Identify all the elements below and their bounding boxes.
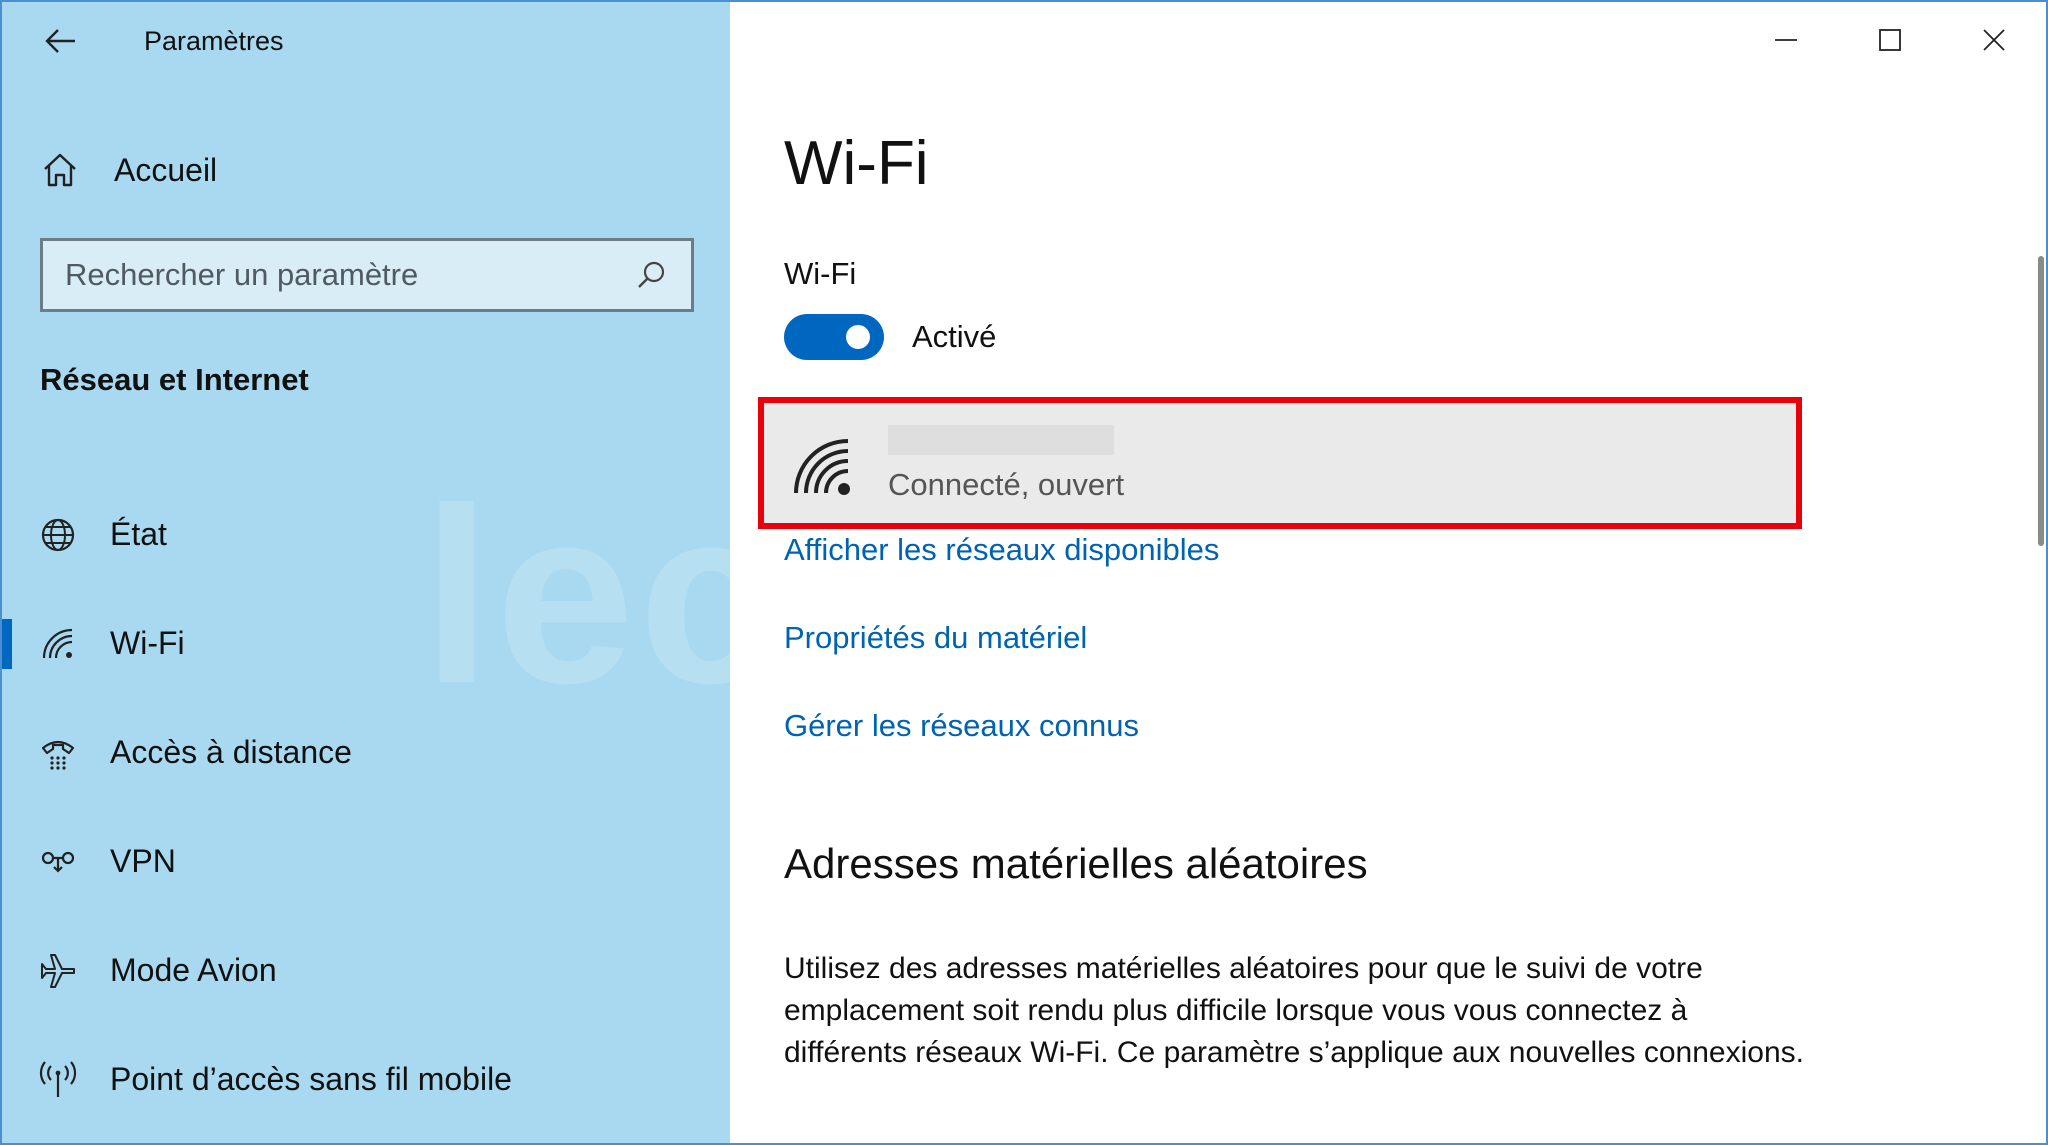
sidebar-item-vpn[interactable]: VPN (2, 807, 730, 916)
toggle-knob (846, 325, 870, 349)
vpn-icon (38, 842, 78, 882)
random-mac-description: Utilisez des adresses matérielles aléato… (784, 952, 1804, 1069)
network-status: Connecté, ouvert (888, 467, 1125, 502)
home-nav-item[interactable]: Accueil (40, 142, 217, 198)
wifi-toggle[interactable] (784, 314, 884, 360)
sidebar-nav: État Wi-Fi Accès à distance VPN Mode Avi… (2, 480, 730, 1134)
main-content: Wi-Fi Wi-Fi Activé Connecté, ouvert Affi… (730, 2, 2046, 1143)
sidebar: lecrabeinfo Paramètres Accueil Recherche… (2, 2, 1796, 1143)
connected-network-card[interactable]: Connecté, ouvert (758, 397, 1802, 529)
globe-icon (38, 515, 78, 555)
search-icon[interactable] (633, 257, 669, 293)
sidebar-item-wifi[interactable]: Wi-Fi (2, 589, 730, 698)
sidebar-item-label: État (110, 516, 167, 552)
home-label: Accueil (114, 151, 218, 188)
section-title: Réseau et Internet (40, 362, 309, 397)
sidebar-item-label: Point d’accès sans fil mobile (110, 1061, 512, 1097)
sidebar-item-etat[interactable]: État (2, 480, 730, 589)
sidebar-item-label: VPN (110, 843, 176, 879)
sidebar-item-label: Mode Avion (110, 952, 277, 988)
back-button[interactable] (40, 20, 82, 62)
sidebar-item-label: Accès à distance (110, 734, 352, 770)
hardware-properties-link[interactable]: Propriétés du matériel (784, 620, 1087, 656)
search-input[interactable] (65, 257, 633, 293)
wifi-signal-icon (790, 435, 854, 499)
hotspot-icon (38, 1060, 78, 1100)
wifi-toggle-row: Activé (784, 314, 996, 360)
sidebar-item-label: Wi-Fi (110, 625, 185, 661)
sidebar-item-mode-avion[interactable]: Mode Avion (2, 916, 730, 1025)
network-name-redacted (888, 425, 1114, 455)
wifi-toggle-label: Wi-Fi (784, 256, 857, 291)
app-title: Paramètres (144, 26, 284, 56)
show-available-networks-link[interactable]: Afficher les réseaux disponibles (784, 532, 1219, 568)
wifi-icon (38, 624, 78, 664)
scrollbar[interactable] (2038, 256, 2044, 546)
page-title: Wi-Fi (784, 129, 929, 198)
random-mac-title: Adresses matérielles aléatoires (784, 840, 1368, 887)
wifi-toggle-state: Activé (912, 319, 997, 354)
back-arrow-icon (45, 29, 75, 53)
home-icon (40, 150, 80, 190)
settings-window: lecrabeinfo Paramètres Accueil Recherche… (0, 0, 2048, 1145)
sidebar-item-acces-distance[interactable]: Accès à distance (2, 698, 730, 807)
dialup-icon (38, 733, 78, 773)
sidebar-item-point-acces[interactable]: Point d’accès sans fil mobile (2, 1025, 730, 1134)
manage-known-networks-link[interactable]: Gérer les réseaux connus (784, 708, 1139, 744)
search-box[interactable] (40, 238, 694, 312)
airplane-icon (38, 951, 78, 991)
